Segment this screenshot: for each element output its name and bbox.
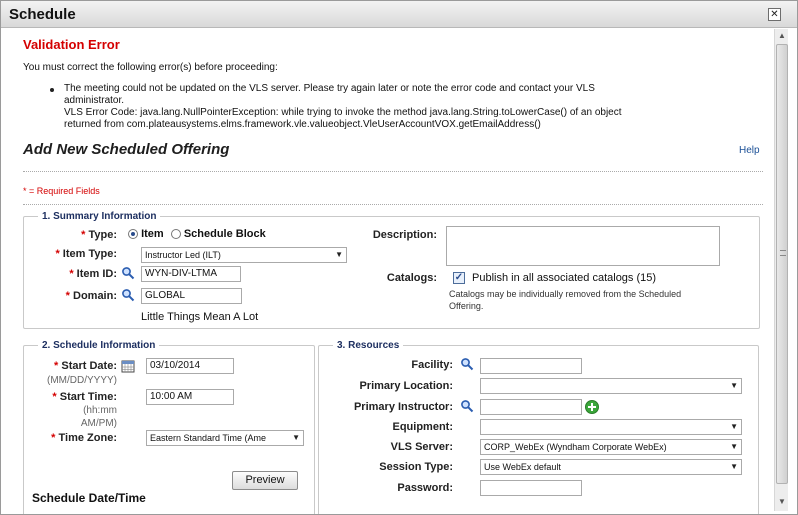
search-icon[interactable] [121, 266, 135, 280]
caret-down-icon: ▼ [730, 442, 738, 451]
equipment-select[interactable]: ▼ [480, 419, 742, 435]
bullet [50, 88, 54, 92]
catalogs-note: Catalogs may be individually removed fro… [449, 289, 682, 299]
calendar-icon[interactable] [121, 359, 135, 373]
start-time-label: * Start Time: [52, 391, 117, 403]
summary-legend: 1. Summary Information [42, 211, 157, 222]
divider [23, 204, 763, 205]
error-line-2: administrator. [64, 95, 125, 106]
time-zone-label: * Time Zone: [51, 432, 117, 444]
error-line-1: The meeting could not be updated on the … [64, 83, 595, 94]
schedule-legend: 2. Schedule Information [42, 340, 156, 351]
scrollbar-thumb[interactable] [776, 44, 788, 484]
caret-down-icon: ▼ [292, 433, 300, 442]
vls-server-value: CORP_WebEx (Wyndham Corporate WebEx) [484, 442, 667, 452]
schedule-date-time-heading: Schedule Date/Time [32, 491, 146, 505]
publish-catalogs-checkbox[interactable]: ✓ [453, 272, 465, 284]
facility-label: Facility: [411, 359, 453, 371]
dialog-titlebar: Schedule ✕ [1, 1, 797, 28]
item-radio-label: Item [141, 228, 164, 240]
start-time-input[interactable]: 10:00 AM [146, 389, 234, 405]
caret-down-icon: ▼ [730, 462, 738, 471]
start-date-label: * Start Date: [54, 360, 117, 372]
item-id-label: * Item ID: [69, 268, 117, 280]
primary-location-label: Primary Location: [359, 380, 453, 392]
start-date-input[interactable]: 03/10/2014 [146, 358, 234, 374]
close-icon[interactable]: ✕ [768, 8, 781, 21]
scroll-down-icon[interactable]: ▼ [775, 495, 789, 509]
primary-location-select[interactable]: ▼ [480, 378, 742, 394]
domain-label: * Domain: [65, 290, 117, 302]
error-line-4: returned from com.plateausystems.elms.fr… [64, 119, 541, 130]
session-type-value: Use WebEx default [484, 462, 561, 472]
start-time-hint: AM/PM) [80, 418, 117, 429]
primary-instructor-input[interactable] [480, 399, 582, 415]
search-icon[interactable] [460, 399, 474, 413]
caret-down-icon: ▼ [730, 422, 738, 431]
publish-catalogs-label: Publish in all associated catalogs (15) [472, 272, 657, 284]
item-id-input[interactable]: WYN-DIV-LTMA [141, 266, 241, 282]
item-radio[interactable] [128, 229, 138, 240]
scroll-up-icon[interactable]: ▲ [775, 29, 789, 43]
start-time-hint: (hh:mm [83, 405, 117, 416]
time-zone-value: Eastern Standard Time (Ame [150, 433, 267, 443]
caret-down-icon: ▼ [335, 250, 343, 259]
dialog-title: Schedule [9, 6, 76, 23]
item-type-value: Instructor Led (ILT) [145, 250, 221, 260]
vertical-scrollbar[interactable]: ▲ ▼ [774, 29, 788, 511]
password-label: Password: [397, 482, 453, 494]
description-textarea[interactable] [446, 226, 720, 266]
error-line-3: VLS Error Code: java.lang.NullPointerExc… [64, 107, 622, 118]
resources-legend: 3. Resources [337, 340, 400, 351]
preview-button[interactable]: Preview [232, 471, 298, 490]
password-input[interactable] [480, 480, 582, 496]
vls-server-select[interactable]: CORP_WebEx (Wyndham Corporate WebEx) ▼ [480, 439, 742, 455]
start-date-hint: (MM/DD/YYYY) [47, 375, 117, 386]
help-link[interactable]: Help [739, 145, 760, 156]
dialog-content: Validation Error You must correct the fo… [15, 29, 771, 514]
item-type-label: * Item Type: [55, 248, 117, 260]
add-icon[interactable] [585, 400, 599, 414]
vls-server-label: VLS Server: [390, 441, 453, 453]
schedule-block-radio-label: Schedule Block [183, 228, 266, 240]
session-type-select[interactable]: Use WebEx default ▼ [480, 459, 742, 475]
catalogs-label: Catalogs: [386, 272, 437, 284]
caret-down-icon: ▼ [730, 381, 738, 390]
divider [23, 171, 763, 172]
type-radio-group: Item Schedule Block [128, 228, 266, 240]
catalogs-note: Offering. [449, 301, 484, 311]
schedule-block-radio[interactable] [170, 229, 181, 240]
equipment-label: Equipment: [392, 421, 454, 433]
primary-instructor-label: Primary Instructor: [353, 401, 453, 413]
search-icon[interactable] [460, 357, 474, 371]
description-label: Description: [372, 229, 437, 241]
domain-input[interactable]: GLOBAL [141, 288, 242, 304]
type-label: * Type: [81, 229, 117, 241]
page-title: Add New Scheduled Offering [23, 141, 230, 158]
schedule-dialog: Schedule ✕ ▲ ▼ Validation Error You must… [0, 0, 798, 515]
item-title: Little Things Mean A Lot [141, 311, 259, 323]
required-fields-note: * = Required Fields [23, 186, 100, 196]
search-icon[interactable] [121, 288, 135, 302]
validation-intro: You must correct the following error(s) … [23, 62, 278, 73]
session-type-label: Session Type: [379, 461, 453, 473]
item-type-select[interactable]: Instructor Led (ILT) ▼ [141, 247, 347, 263]
validation-error-title: Validation Error [23, 37, 120, 52]
time-zone-select[interactable]: Eastern Standard Time (Ame ▼ [146, 430, 304, 446]
facility-input[interactable] [480, 358, 582, 374]
